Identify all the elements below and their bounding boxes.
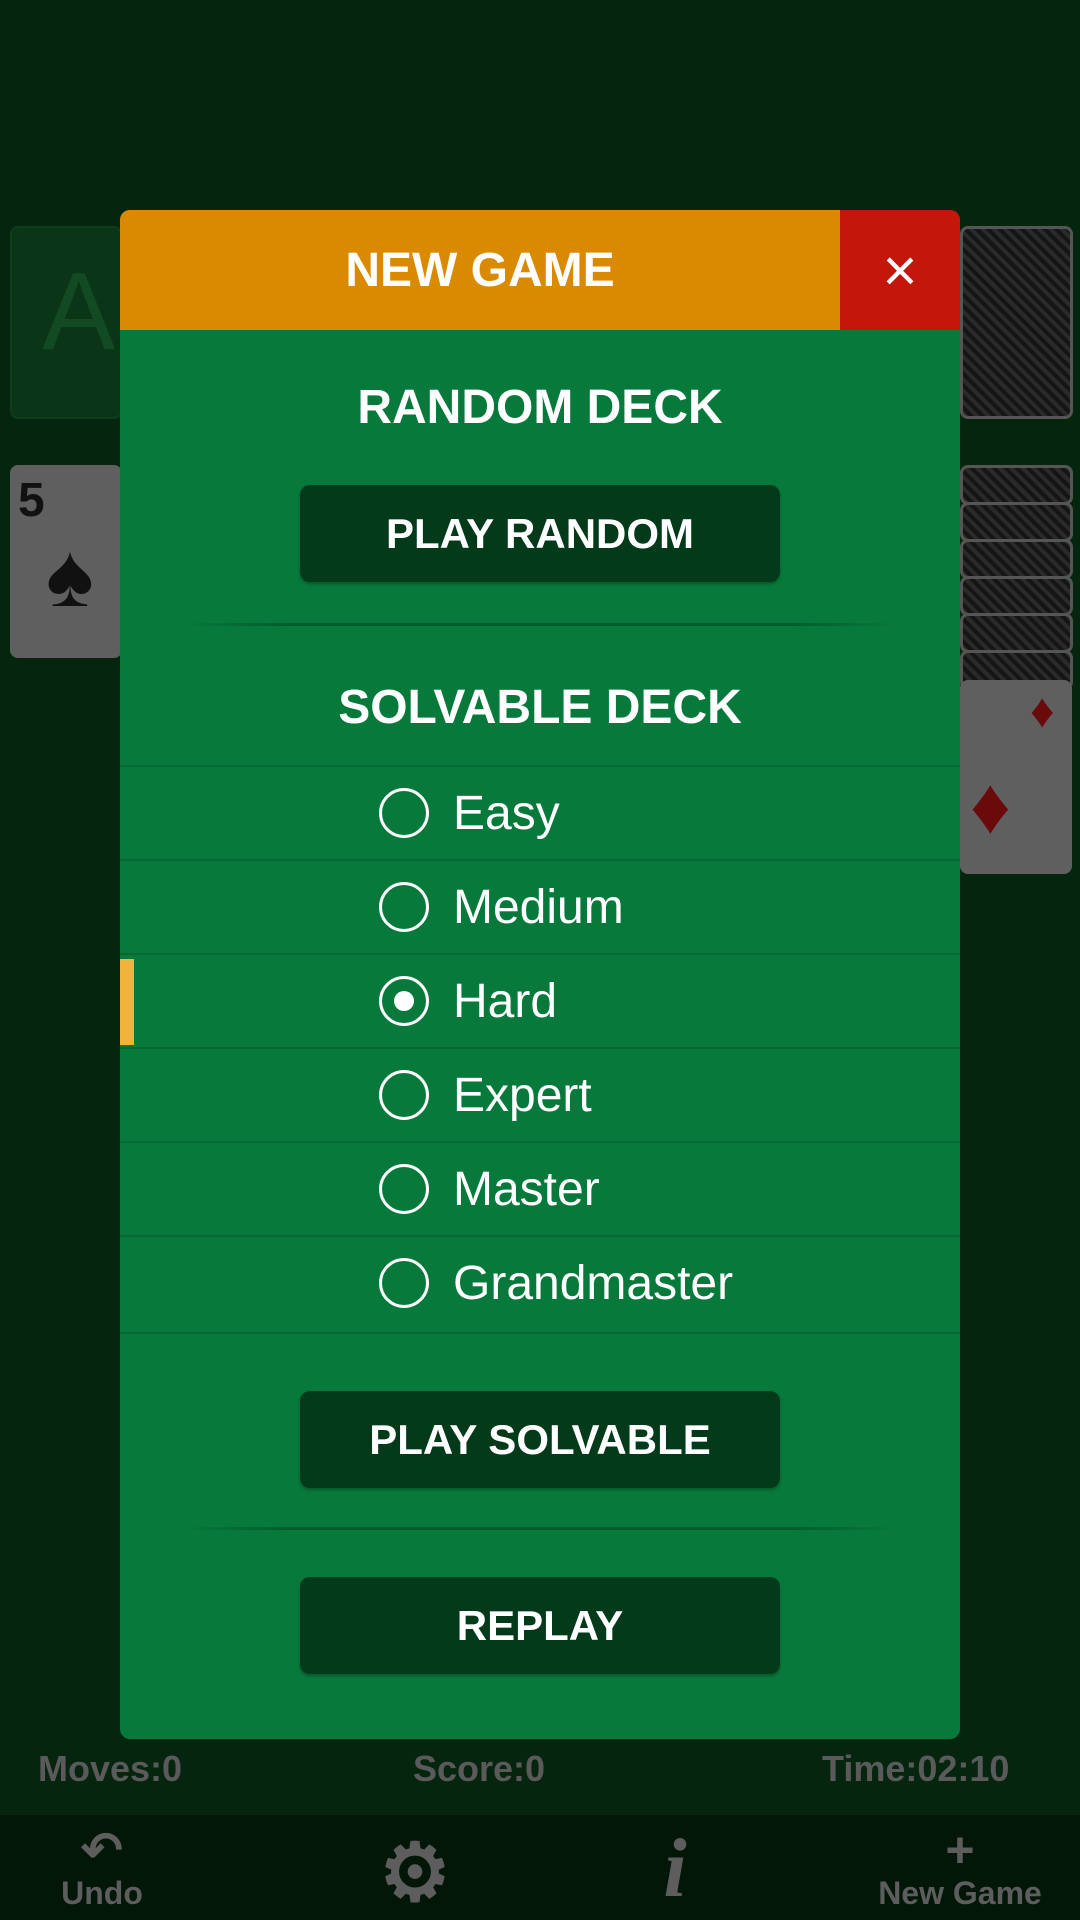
new-game-dialog: NEW GAME × RANDOM DECK PLAY RANDOM SOLVA… — [120, 210, 960, 1739]
difficulty-label: Master — [453, 1162, 600, 1216]
difficulty-label: Expert — [453, 1068, 592, 1122]
face-down-card — [960, 502, 1073, 542]
divider — [120, 1332, 960, 1334]
info-icon: i — [663, 1822, 687, 1915]
difficulty-option-hard[interactable]: Hard — [120, 953, 960, 1047]
face-down-card — [960, 576, 1073, 616]
undo-button[interactable]: ↶ Undo — [52, 1825, 152, 1912]
divider — [180, 623, 900, 626]
random-deck-heading: RANDOM DECK — [357, 381, 723, 434]
settings-button[interactable]: ⚙ — [370, 1833, 460, 1913]
radio-button[interactable] — [379, 1258, 429, 1308]
difficulty-label: Hard — [453, 974, 558, 1028]
radio-button[interactable] — [379, 1164, 429, 1214]
foundation-slot: A — [10, 226, 122, 419]
card-suit-small: ♦ — [1030, 685, 1055, 738]
card-rank: 5 — [18, 474, 45, 527]
difficulty-option-grandmaster[interactable]: Grandmaster — [120, 1235, 960, 1329]
card-suit: ♠ — [46, 526, 94, 626]
radio-button[interactable] — [379, 976, 429, 1026]
difficulty-label: Grandmaster — [453, 1256, 734, 1310]
replay-button[interactable]: REPLAY — [300, 1577, 780, 1674]
plus-icon: + — [945, 1822, 975, 1878]
difficulty-option-master[interactable]: Master — [120, 1141, 960, 1235]
radio-button[interactable] — [379, 882, 429, 932]
new-game-label: New Game — [878, 1875, 1042, 1911]
gear-icon: ⚙ — [379, 1828, 451, 1917]
score-counter: Score:0 — [413, 1748, 546, 1789]
play-solvable-button[interactable]: PLAY SOLVABLE — [300, 1391, 780, 1488]
bottom-toolbar: ↶ Undo ⚙ i + New Game — [0, 1815, 1080, 1920]
undo-icon: ↶ — [81, 1822, 123, 1878]
difficulty-option-easy[interactable]: Easy — [120, 765, 960, 859]
tableau-card[interactable]: 5 ♠ — [10, 465, 122, 658]
moves-counter: Moves:0 — [38, 1748, 183, 1789]
solvable-deck-heading: SOLVABLE DECK — [338, 681, 742, 734]
close-icon[interactable]: × — [840, 210, 960, 330]
face-down-card — [960, 613, 1073, 653]
radio-button[interactable] — [379, 788, 429, 838]
difficulty-option-expert[interactable]: Expert — [120, 1047, 960, 1141]
divider — [180, 1527, 900, 1530]
tableau-card-red[interactable]: ♦ ♦ — [960, 680, 1072, 874]
play-random-button[interactable]: PLAY RANDOM — [300, 485, 780, 582]
face-down-card — [960, 465, 1073, 505]
face-down-card — [960, 539, 1073, 579]
selected-indicator — [120, 959, 134, 1045]
stock-pile[interactable] — [960, 226, 1073, 419]
card-suit: ♦ — [970, 761, 1011, 850]
new-game-button[interactable]: + New Game — [860, 1825, 1060, 1912]
time-counter: Time:02:10 — [822, 1748, 1010, 1789]
difficulty-label: Easy — [453, 786, 560, 840]
difficulty-option-medium[interactable]: Medium — [120, 859, 960, 953]
difficulty-label: Medium — [453, 880, 624, 934]
undo-label: Undo — [61, 1875, 143, 1911]
info-button[interactable]: i — [630, 1827, 720, 1911]
dialog-title: NEW GAME — [120, 210, 840, 330]
radio-button[interactable] — [379, 1070, 429, 1120]
